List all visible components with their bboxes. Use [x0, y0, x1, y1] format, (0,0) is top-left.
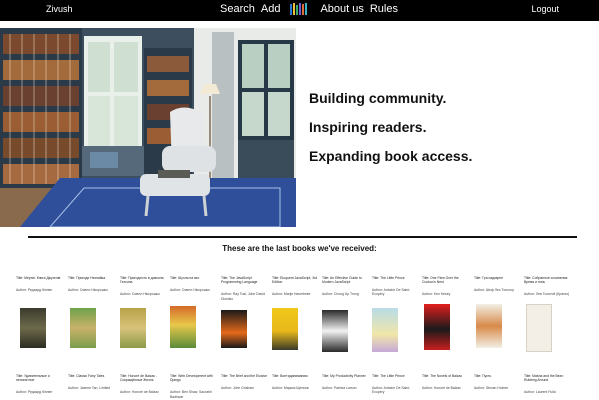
book-author: Author: Смелл Нікорошко — [120, 292, 160, 297]
book-author: Author: Лев Толстой (Кратко) — [524, 292, 570, 297]
book-author: Author: Honoré de Balzac — [120, 390, 159, 395]
book-title: Title: Пригоди Незнайка — [68, 276, 106, 280]
book-title: Title: Honoré de Balzac - Сокращённые Жи… — [120, 374, 158, 383]
book-title: Title: Шухля на вєс — [170, 276, 200, 280]
book-card[interactable]: Title: Гра надмірне Author: Шеф Лео Толст… — [474, 276, 522, 292]
section-divider — [28, 236, 577, 238]
book-cover[interactable] — [272, 308, 298, 350]
book-author: Author: Ray Toal, John David Dionisio — [221, 292, 265, 301]
book-card[interactable]: Title: The Novels of Balzac Author: Honor… — [422, 374, 470, 390]
book-title: Title: Пригодність в довкола Гатсона — [120, 276, 164, 285]
book-card[interactable]: Title: Мертві. Книга Джунглів Author: Ред… — [16, 276, 64, 292]
book-card[interactable]: Title: Classic Fairy Tales Author: Jeanne… — [68, 374, 116, 390]
book-cover[interactable] — [424, 304, 450, 350]
hero-library-image — [0, 28, 296, 227]
book-title: Title: Пусть — [474, 374, 492, 378]
book-cover[interactable] — [322, 310, 348, 352]
tagline-access: Expanding book access. — [309, 148, 473, 164]
book-card[interactable]: Title: The Little Prince Author: Antoine … — [372, 374, 420, 395]
book-card[interactable]: Title: Пригодність в довкола Гатсона Auth… — [120, 276, 168, 297]
book-card[interactable]: Title: Eloquent JavaScript, 3rd Edition A… — [272, 276, 320, 297]
book-title: Title: Вонтиданиманим — [272, 374, 308, 378]
book-title: Title: Web Development with Django — [170, 374, 213, 383]
book-cover[interactable] — [526, 304, 552, 352]
tagline-community: Building community. — [309, 90, 447, 106]
book-title: Title: Собранное сочинения: Время и ночь — [524, 276, 569, 285]
book-cover[interactable] — [70, 308, 96, 348]
book-title: Title: Мертві. Книга Джунглів — [16, 276, 61, 280]
book-author: Author: Marijn Haverbeke — [272, 292, 311, 297]
book-title: Title: The JavaScript Programming Langua… — [221, 276, 258, 285]
book-author: Author: Смелл Нікорошко — [68, 288, 108, 293]
book-title: Title: An Effective Guide to Modern Java… — [322, 276, 362, 285]
book-author: Author: Шеф Лео Толстоу — [474, 288, 514, 293]
book-title: Title: Eloquent JavaScript, 3rd Edition — [272, 276, 318, 285]
book-title: Title: Classic Fairy Tales — [68, 374, 105, 378]
book-author: Author: Смелл Нікорошко — [170, 288, 210, 293]
book-author: Author: Antoine De Saint-Exupéry — [372, 386, 411, 395]
bookshelf-logo-icon[interactable] — [290, 3, 310, 15]
top-navigation-bar: Zivush Search Add About us Rules Logout — [0, 0, 599, 21]
tagline-readers: Inspiring readers. — [309, 119, 427, 135]
book-card[interactable]: Title: My Productivity Planner Author: Pa… — [322, 374, 370, 390]
book-author: Author: Редьярд Кіплінг — [16, 288, 53, 293]
book-author: Author: Ken Kesey — [422, 292, 451, 297]
book-card[interactable]: Title: Шухля на вєс Author: Смелл Нікорош… — [170, 276, 218, 292]
book-author: Author: Laurent Fulia — [524, 390, 556, 395]
book-title: Title: One Flew Over the Cuckoo's Nest — [422, 276, 459, 285]
book-title: Title: Удивительные и непонятное — [16, 374, 50, 383]
book-card[interactable]: Title: One Flew Over the Cuckoo's Nest Au… — [422, 276, 470, 297]
book-cover[interactable] — [120, 308, 146, 348]
book-title: Title: The Little Prince — [372, 374, 405, 378]
book-author: Author: Chong Up Trung — [322, 292, 359, 297]
hero-taglines: Building community. Inspiring readers. E… — [309, 90, 472, 177]
book-cover[interactable] — [476, 304, 502, 348]
book-card[interactable]: Title: Вонтиданиманим Author: Маркиз Щенк… — [272, 374, 320, 390]
library-room-illustration — [0, 28, 296, 227]
book-author: Author: Jeanne Tan, Limited — [68, 386, 111, 391]
book-title: Title: Masha and the Bear: Rubbing Aroun… — [524, 374, 564, 383]
book-author: Author: Редьярд Кіплінг — [16, 390, 53, 395]
book-cover[interactable] — [372, 308, 398, 352]
book-card[interactable]: Title: Удивительные и непонятное Author: … — [16, 374, 64, 395]
nav-rules-link[interactable]: Rules — [370, 3, 398, 15]
book-card[interactable]: Title: Пригоди Незнайка Author: Смелл Нік… — [68, 276, 116, 292]
book-author: Author: Honoré de Balzac — [422, 386, 461, 391]
book-title: Title: The Little Prince — [372, 276, 405, 280]
book-title: Title: The Novels of Balzac — [422, 374, 463, 378]
book-title: Title: Гра надмірне — [474, 276, 503, 280]
book-author: Author: John Grisham — [221, 386, 254, 391]
book-title: Title: The Brief and the Elusive — [221, 374, 267, 378]
book-card[interactable]: Title: Web Development with Django Author… — [170, 374, 218, 399]
book-author: Author: Patricia Larson — [322, 386, 357, 391]
book-card[interactable]: Title: The Brief and the Elusive Author: … — [221, 374, 269, 390]
book-author: Author: Маркиз Щенков — [272, 386, 309, 391]
book-author: Author: Antoine De Saint-Exupéry — [372, 288, 411, 297]
book-card[interactable]: Title: Honoré de Balzac - Сокращённые Жи… — [120, 374, 168, 395]
nav-search-link[interactable]: Search — [220, 3, 255, 15]
book-cover[interactable] — [20, 308, 46, 348]
nav-about-link[interactable]: About us — [320, 3, 363, 15]
book-card[interactable]: Title: Собранное сочинения: Время и ночь… — [524, 276, 572, 297]
book-card[interactable]: Title: The JavaScript Programming Langua… — [221, 276, 269, 301]
main-nav: Search Add About us Rules — [220, 3, 398, 15]
recent-books-heading: These are the last books we've received: — [222, 244, 377, 253]
book-card[interactable]: Title: Пусть Author: Stevan Holmer — [474, 374, 522, 390]
logout-link[interactable]: Logout — [531, 4, 559, 14]
username-label: Zivush — [46, 4, 73, 14]
book-author: Author: Ben Shaw, Saurabh Badhwar — [170, 390, 212, 399]
book-cover[interactable] — [170, 306, 196, 348]
book-author: Author: Stevan Holmer — [474, 386, 509, 391]
book-cover[interactable] — [221, 310, 247, 348]
book-card[interactable]: Title: The Little Prince Author: Antoine … — [372, 276, 420, 297]
nav-add-link[interactable]: Add — [261, 3, 281, 15]
book-title: Title: My Productivity Planner — [322, 374, 366, 378]
book-card[interactable]: Title: Masha and the Bear: Rubbing Aroun… — [524, 374, 572, 395]
book-card[interactable]: Title: An Effective Guide to Modern Java… — [322, 276, 370, 297]
